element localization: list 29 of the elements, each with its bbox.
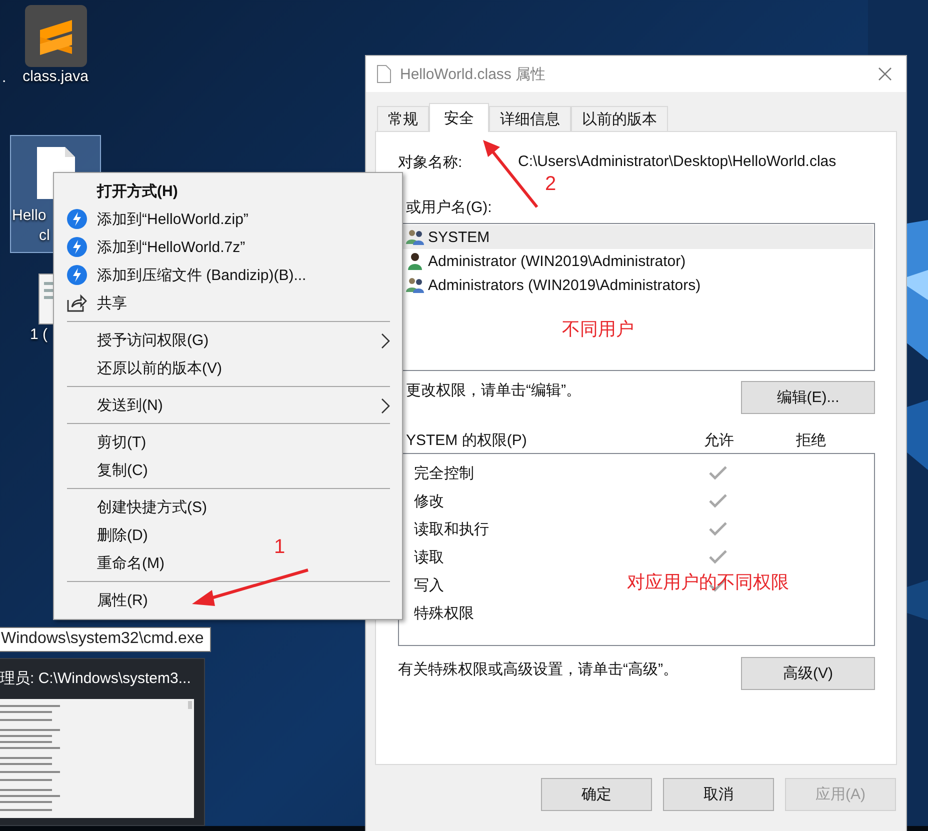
field-label: 对象名称: — [398, 153, 464, 172]
permission-name: 读取 — [414, 548, 444, 566]
user-name: Administrators (WIN2019\Administrators) — [428, 276, 701, 294]
permission-name: 特殊权限 — [414, 604, 474, 622]
user-name: SYSTEM — [428, 228, 490, 246]
icon-label: class.java — [22, 67, 88, 87]
permission-name: 修改 — [414, 492, 444, 510]
annotation-text: 不同用户 — [562, 318, 634, 341]
hint-text: 更改权限，请单击“编辑”。 — [405, 381, 581, 400]
annotation-text: 2 — [545, 173, 556, 196]
annotation-text: 1 — [274, 536, 286, 559]
object-path: C:\Users\Administrator\Desktop\HelloWorld.clas — [518, 153, 838, 172]
window-title: HelloWorld.class 属性 — [400, 64, 547, 84]
icon-label: Hello — [12, 206, 46, 226]
icon-label: 1 ( — [30, 325, 48, 345]
permission-name: 读取和执行 — [414, 520, 489, 538]
tooltip: Windows\system32\cmd.exe — [0, 627, 211, 652]
annotation-text: 对应用户的不同权限 — [627, 571, 789, 594]
permission-name: 完全控制 — [414, 464, 474, 482]
column-header: 拒绝 — [795, 431, 827, 450]
icon-label: cl — [39, 226, 50, 246]
preview-title: 理员: C:\Windows\system3... — [0, 669, 192, 688]
permission-name: 写入 — [414, 576, 444, 594]
hint-text: 有关特殊权限或高级设置，请单击“高级”。 — [398, 660, 678, 679]
column-header: 允许 — [703, 431, 735, 450]
permissions-label: YSTEM 的权限(P) — [405, 431, 528, 450]
field-label: 或用户名(G): — [405, 198, 493, 217]
user-name: Administrator (WIN2019\Administrator) — [428, 252, 686, 270]
icon-label: . — [2, 69, 6, 86]
